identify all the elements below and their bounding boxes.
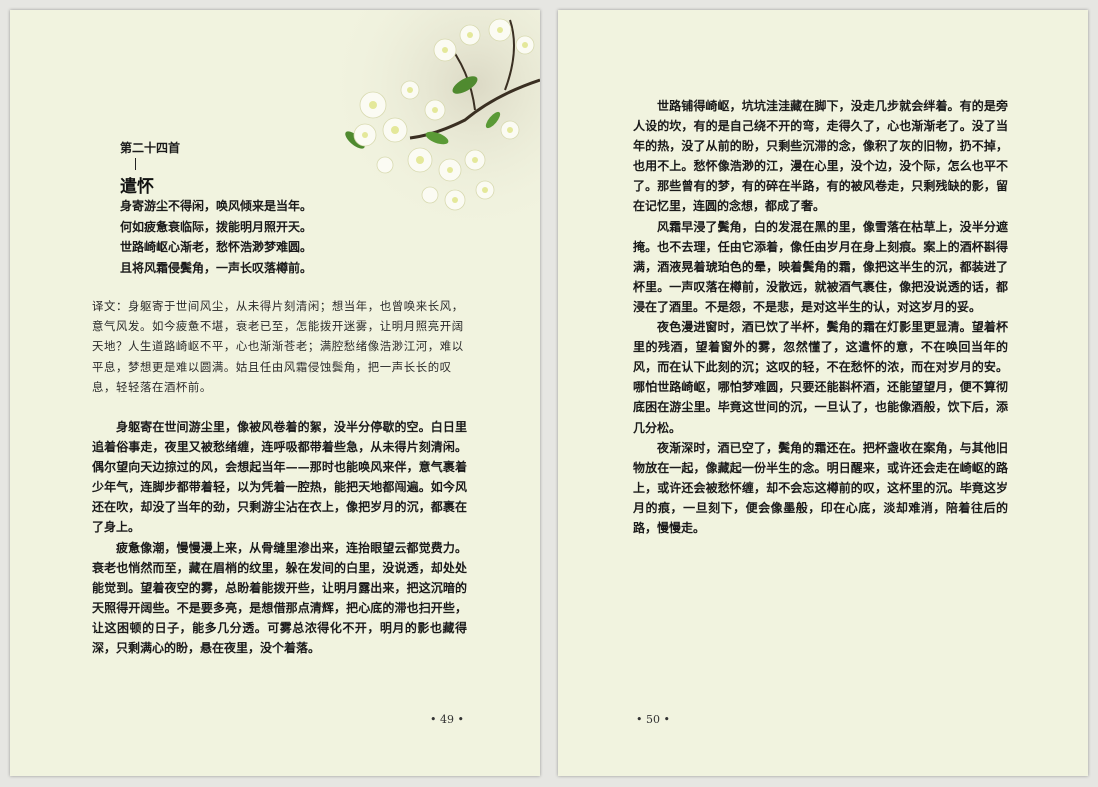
- prose-paragraph: 身躯寄在世间游尘里，像被风卷着的絮，没半分停歇的空。白日里追着俗事走，夜里又被愁…: [92, 420, 467, 535]
- poem-line: 世路崎岖心渐老，愁怀浩渺梦难圆。: [120, 240, 313, 254]
- poem-line: 何如疲惫衰临际，拨能明月照开天。: [120, 219, 313, 234]
- page-number: • 50 •: [636, 713, 670, 726]
- poem-verse: 身寄游尘不得闲，唤风倾来是当年。 何如疲惫衰临际，拨能明月照开天。 世路崎岖心渐…: [120, 196, 312, 278]
- prose-paragraph: 疲惫像潮，慢慢漫上来，从骨缝里渗出来，连抬眼望云都觉费力。衰老也悄然而至，藏在眉…: [92, 540, 467, 656]
- poem-number: 第二十四首: [120, 141, 181, 155]
- prose-body: 身躯寄在世间游尘里，像被风卷着的絮，没半分停歇的空。白日里追着俗事走，夜里又被愁…: [92, 417, 467, 658]
- prose-paragraph: 夜渐深时，酒已空了，鬓角的霜还在。把杯盏收在案角，与其他旧物放在一起，像藏起一份…: [633, 440, 1008, 535]
- prose-body: 世路铺得崎岖，坑坑洼洼藏在脚下，没走几步就会绊着。有的是旁人设的坎，有的是自己绕…: [633, 96, 1008, 538]
- poem-title: 遣怀: [120, 177, 154, 197]
- right-page: 世路铺得崎岖，坑坑洼洼藏在脚下，没走几步就会绊着。有的是旁人设的坎，有的是自己绕…: [558, 10, 1088, 776]
- left-page: 第二十四首 遣怀 身寄游尘不得闲，唤风倾来是当年。 何如疲惫衰临际，拨能明月照开…: [10, 10, 540, 776]
- prose-paragraph: 世路铺得崎岖，坑坑洼洼藏在脚下，没走几步就会绊着。有的是旁人设的坎，有的是自己绕…: [633, 99, 1008, 214]
- poem-line: 身寄游尘不得闲，唤风倾来是当年。: [120, 199, 313, 213]
- blossom-illustration: [325, 10, 540, 225]
- poem-line: 且将风霜侵鬓角，一声长叹落樽前。: [120, 260, 313, 275]
- page-number: • 49 •: [430, 713, 464, 726]
- prose-paragraph: 夜色漫进窗时，酒已饮了半杯，鬓角的霜在灯影里更显清。望着杯里的残酒，望着窗外的雾…: [633, 320, 1008, 435]
- prose-paragraph: 风霜早浸了鬓角，白的发混在黑的里，像雪落在枯草上，没半分遮掩。也不去理，任由它添…: [633, 219, 1008, 314]
- title-divider: [135, 158, 136, 170]
- translation-paragraph: 译文：身躯寄于世间风尘，从未得片刻清闲；想当年，也曾唤来长风，意气风发。如今疲惫…: [92, 299, 464, 394]
